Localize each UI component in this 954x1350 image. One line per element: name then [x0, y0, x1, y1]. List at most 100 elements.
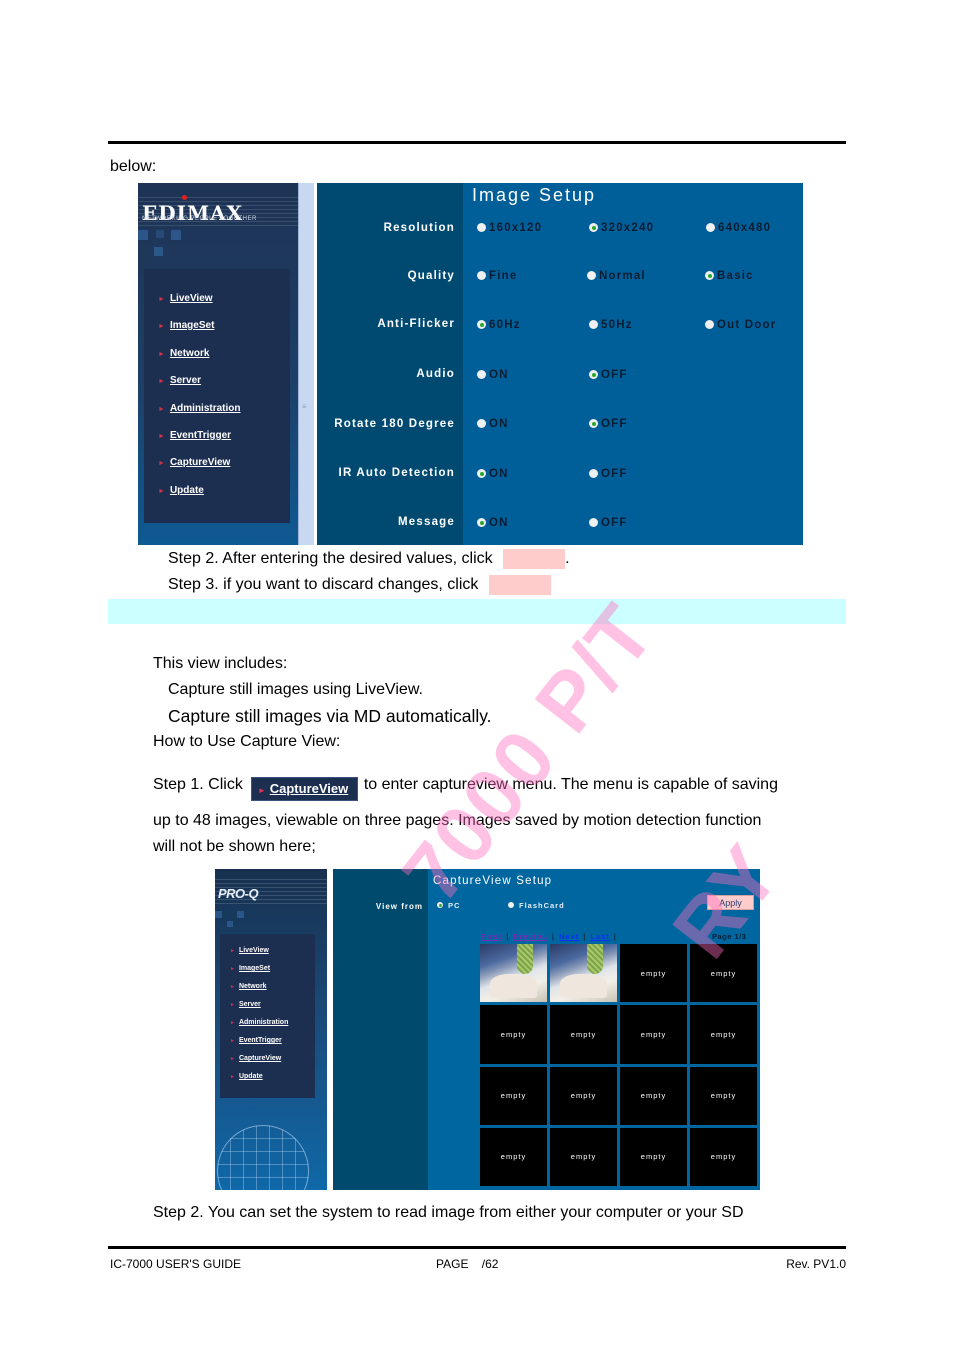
radio-rotate-on[interactable]: ON	[477, 418, 509, 430]
thumbnail-empty[interactable]: empty	[550, 1127, 617, 1186]
arrow-right-icon: ►	[257, 786, 266, 795]
radio-flicker-60hz[interactable]: 60Hz	[477, 319, 521, 331]
thumbnail-empty[interactable]: empty	[480, 1127, 547, 1186]
thumbnail-empty-label: empty	[640, 1029, 667, 1039]
radio-flicker-outdoor[interactable]: Out Door	[705, 319, 776, 331]
radio-view-from-pc[interactable]: PC	[437, 901, 460, 910]
nav-menu: ► LiveView ► ImageSet ► Network ► Server ► Ad…	[144, 269, 290, 523]
radio-audio-on[interactable]: ON	[477, 369, 509, 381]
pager-next-link[interactable]: Next	[559, 932, 579, 941]
panel-title: CaptureView Setup	[433, 875, 553, 887]
radio-resolution-640x480[interactable]: 640x480	[706, 222, 771, 234]
radio-icon	[477, 419, 486, 428]
thumbnail-empty-label: empty	[640, 968, 667, 978]
nav-item-captureview[interactable]: ► CaptureView	[158, 457, 230, 468]
radio-message-on[interactable]: ON	[477, 517, 509, 529]
thumbnail-empty[interactable]: empty	[550, 1005, 617, 1064]
setting-label-ir-auto: IR Auto Detection	[338, 467, 455, 479]
pager-last-link[interactable]: Last	[590, 932, 609, 941]
radio-quality-fine[interactable]: Fine	[477, 270, 517, 282]
capture-step2-line: Step 2. You can set the system to read i…	[153, 1204, 744, 1221]
pagination: First | Previou | Next | Last |	[481, 932, 617, 941]
thumbnail-image[interactable]	[480, 944, 547, 1003]
nav-item-eventtrigger[interactable]: ► EventTrigger	[158, 430, 231, 441]
sidebar: PRO-Q ► LiveView ► ImageSet ► Network ► Serv…	[215, 869, 327, 1190]
nav-item-administration[interactable]: ► Administration	[158, 403, 241, 414]
radio-icon	[589, 469, 598, 478]
radio-view-from-flashcard[interactable]: FlashCard	[508, 901, 565, 910]
header-rule	[108, 141, 846, 144]
thumbnail-photo-detail	[490, 974, 537, 998]
radio-icon	[508, 902, 514, 908]
decor-square	[237, 911, 244, 918]
nav-item-network[interactable]: ► Network	[230, 983, 267, 990]
nav-item-server[interactable]: ► Server	[230, 1001, 261, 1008]
step3-line: Step 3. if you want to discard changes, …	[168, 575, 551, 595]
thumbnail-image[interactable]	[550, 944, 617, 1003]
apply-button-placeholder[interactable]	[503, 549, 566, 569]
thumbnail-photo-detail	[560, 974, 607, 998]
radio-quality-basic[interactable]: Basic	[705, 270, 754, 282]
captureview-inline-button[interactable]: ► CaptureView	[250, 777, 358, 801]
footer-rule	[108, 1246, 846, 1249]
thumbnail-empty[interactable]: empty	[620, 1066, 687, 1125]
radio-ir-on[interactable]: ON	[477, 468, 509, 480]
decor-square	[156, 230, 164, 238]
nav-item-captureview[interactable]: ► CaptureView	[230, 1055, 281, 1062]
thumbnail-empty[interactable]: empty	[690, 944, 757, 1003]
view-from-label: View from	[375, 902, 423, 911]
sidebar: EDIMAX NETWORKING PEOPLE TOGETHER ► LiveV…	[138, 183, 298, 545]
nav-item-eventtrigger[interactable]: ► EventTrigger	[230, 1037, 282, 1044]
radio-quality-normal[interactable]: Normal	[587, 270, 646, 282]
radio-audio-off[interactable]: OFF	[589, 369, 628, 381]
radio-icon	[706, 223, 715, 232]
thumbnail-empty-label: empty	[500, 1091, 527, 1101]
radio-resolution-320x240[interactable]: 320x240	[589, 222, 654, 234]
radio-icon	[705, 320, 714, 329]
nav-item-network[interactable]: ► Network	[158, 348, 209, 359]
thumbnail-photo-detail	[516, 944, 533, 974]
thumbnail-empty[interactable]: empty	[690, 1005, 757, 1064]
nav-item-liveview[interactable]: ► LiveView	[230, 947, 269, 954]
includes-heading: This view includes:	[153, 655, 288, 672]
radio-resolution-160x120[interactable]: 160x120	[477, 222, 542, 234]
radio-flicker-50hz[interactable]: 50Hz	[589, 319, 633, 331]
thumbnail-empty[interactable]: empty	[620, 944, 687, 1003]
radio-message-off[interactable]: OFF	[589, 517, 628, 529]
capture-step1-line2: up to 48 images, viewable on three pages…	[153, 812, 762, 829]
setting-label-audio: Audio	[416, 368, 455, 380]
apply-button[interactable]: Apply	[707, 895, 754, 910]
thumbnail-empty[interactable]: empty	[620, 1005, 687, 1064]
nav-item-administration[interactable]: ► Administration	[230, 1019, 288, 1026]
radio-selected-icon	[437, 902, 443, 908]
thumbnail-empty[interactable]: empty	[550, 1066, 617, 1125]
nav-item-imageset[interactable]: ► ImageSet	[158, 320, 214, 331]
thumbnail-empty[interactable]: empty	[480, 1066, 547, 1125]
thumbnail-empty-label: empty	[500, 1029, 527, 1039]
thumbnail-empty[interactable]: empty	[690, 1066, 757, 1125]
radio-ir-off[interactable]: OFF	[589, 468, 628, 480]
thumbnail-empty[interactable]: empty	[480, 1005, 547, 1064]
nav-item-update[interactable]: ► Update	[158, 485, 204, 496]
nav-item-liveview[interactable]: ► LiveView	[158, 293, 213, 304]
pager-first-link[interactable]: First	[481, 932, 502, 941]
pager-previous-link[interactable]: Previou	[513, 932, 548, 941]
thumbnail-empty-label: empty	[640, 1091, 667, 1101]
radio-icon	[587, 271, 596, 280]
logo-dot-icon	[182, 195, 187, 200]
radio-selected-icon	[589, 419, 598, 428]
step2-line: Step 2. After entering the desired value…	[168, 549, 570, 569]
thumbnail-empty[interactable]: empty	[620, 1127, 687, 1186]
captureview-screenshot: PRO-Q ► LiveView ► ImageSet ► Network ► Serv…	[215, 869, 760, 1190]
nav-item-imageset[interactable]: ► ImageSet	[230, 965, 270, 972]
thumbnail-empty[interactable]: empty	[690, 1127, 757, 1186]
nav-item-update[interactable]: ► Update	[230, 1073, 263, 1080]
arrow-right-icon: ►	[158, 488, 165, 495]
frame-splitter[interactable]: ≡	[298, 183, 315, 545]
thumbnail-empty-label: empty	[640, 1152, 667, 1162]
capture-step1-line: Step 1. Click ► CaptureView to enter captur…	[153, 775, 778, 801]
reset-button-placeholder[interactable]	[488, 575, 551, 595]
nav-item-server[interactable]: ► Server	[158, 375, 201, 386]
footer-guide-title: IC-7000 USER'S GUIDE	[110, 1257, 241, 1271]
radio-rotate-off[interactable]: OFF	[589, 418, 628, 430]
